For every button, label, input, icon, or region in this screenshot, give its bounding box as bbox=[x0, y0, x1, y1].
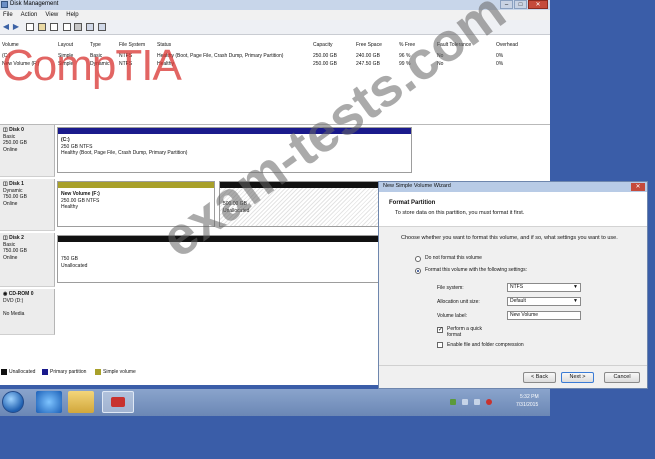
disk-1-label[interactable]: ◫ Disk 1 Dynamic 750.00 GB Online bbox=[0, 179, 55, 231]
legend-label: Unallocated bbox=[9, 369, 36, 375]
maximize-button[interactable]: □ bbox=[514, 0, 527, 9]
network-icon[interactable] bbox=[450, 399, 456, 405]
do-not-format-radio[interactable] bbox=[415, 256, 421, 262]
system-tray: 5:32 PM 7/31/2015 bbox=[450, 391, 548, 413]
cell-capacity: 250.00 GB bbox=[313, 61, 337, 67]
properties-icon[interactable] bbox=[63, 23, 71, 31]
cell-capacity: 250.00 GB bbox=[313, 53, 337, 59]
close-button[interactable]: ✕ bbox=[528, 0, 548, 9]
allocation-unit-value: Default bbox=[510, 298, 526, 304]
cell-overhead: 0% bbox=[496, 61, 504, 67]
clock-time[interactable]: 5:32 PM bbox=[520, 394, 539, 400]
disk-name: Disk 2 bbox=[9, 235, 24, 241]
compression-label: Enable file and folder compression bbox=[447, 342, 524, 348]
alert-icon[interactable] bbox=[486, 399, 492, 405]
speaker-icon[interactable] bbox=[474, 399, 480, 405]
disk-management-app-icon bbox=[1, 1, 8, 8]
legend-swatch-primary bbox=[42, 369, 48, 375]
file-system-select[interactable]: NTFS ▼ bbox=[507, 283, 581, 292]
computer-management-taskbar-button[interactable] bbox=[102, 391, 134, 413]
disk-state: Online bbox=[3, 254, 18, 261]
volume-label-input[interactable]: New Volume bbox=[507, 311, 581, 320]
disk-name: Disk 1 bbox=[9, 181, 24, 187]
partition-status: Unallocated bbox=[61, 262, 88, 269]
forward-arrow-icon[interactable]: ▶ bbox=[12, 23, 20, 31]
file-system-value: NTFS bbox=[510, 284, 524, 290]
col-free-space[interactable]: Free Space bbox=[356, 42, 382, 48]
wizard-title-bar: New Simple Volume Wizard ✕ bbox=[379, 182, 647, 192]
disk-name: CD-ROM 0 bbox=[8, 291, 34, 297]
partition-status: Healthy (Boot, Page File, Crash Dump, Pr… bbox=[61, 150, 188, 156]
back-arrow-icon[interactable]: ◀ bbox=[2, 23, 10, 31]
minimize-button[interactable]: – bbox=[500, 0, 513, 9]
wizard-heading: Format Partition bbox=[389, 200, 436, 206]
window-title: Disk Management bbox=[10, 1, 59, 7]
disk-0-label[interactable]: ◫ Disk 0 Basic 250.00 GB Online bbox=[0, 125, 55, 177]
wizard-title: New Simple Volume Wizard bbox=[383, 183, 451, 189]
compression-checkbox[interactable] bbox=[437, 342, 443, 348]
wizard-subheading: To store data on this partition, you mus… bbox=[395, 210, 525, 216]
legend-label: Simple volume bbox=[103, 369, 136, 375]
disk-2-label[interactable]: ◫ Disk 2 Basic 750.00 GB Online bbox=[0, 233, 55, 287]
file-explorer-icon[interactable] bbox=[68, 391, 94, 413]
do-not-format-label: Do not format this volume bbox=[425, 255, 482, 261]
quick-format-label: Perform a quick format bbox=[447, 326, 483, 338]
disk-state: Online bbox=[3, 200, 18, 207]
partition-title: New Volume (F:) bbox=[61, 191, 100, 197]
allocation-unit-label: Allocation unit size: bbox=[437, 299, 480, 305]
drive-icon[interactable] bbox=[98, 23, 106, 31]
disk-icon[interactable] bbox=[86, 23, 94, 31]
comptia-watermark: CompTIA bbox=[2, 41, 182, 90]
settings-icon[interactable] bbox=[74, 23, 82, 31]
quick-format-checkbox[interactable]: ✓ bbox=[437, 327, 443, 333]
menu-action[interactable]: Action bbox=[21, 10, 38, 20]
disk-name: Disk 0 bbox=[9, 127, 24, 133]
wizard-header: Format Partition To store data on this p… bbox=[379, 192, 647, 227]
list-view-icon[interactable] bbox=[50, 23, 58, 31]
legend-swatch-simple bbox=[95, 369, 101, 375]
chevron-down-icon: ▼ bbox=[573, 298, 578, 304]
cdrom-0-label[interactable]: ◉ CD-ROM 0 DVD (D:) No Media bbox=[0, 289, 55, 335]
format-volume-label: Format this volume with the following se… bbox=[425, 267, 527, 273]
next-button[interactable]: Next > bbox=[561, 372, 594, 383]
col-capacity[interactable]: Capacity bbox=[313, 42, 332, 48]
help-icon[interactable] bbox=[38, 23, 46, 31]
clock-date[interactable]: 7/31/2015 bbox=[516, 402, 538, 408]
col-overhead[interactable]: Overhead bbox=[496, 42, 518, 48]
volume-label-value: New Volume bbox=[510, 312, 539, 318]
show-hide-tree-icon[interactable] bbox=[26, 23, 34, 31]
allocation-unit-select[interactable]: Default ▼ bbox=[507, 297, 581, 306]
format-volume-radio[interactable] bbox=[415, 268, 421, 274]
chevron-down-icon: ▼ bbox=[573, 284, 578, 290]
wizard-close-button[interactable]: ✕ bbox=[631, 183, 645, 191]
file-system-label: File system: bbox=[437, 285, 464, 291]
simple-volume-bar bbox=[58, 182, 214, 188]
action-center-icon[interactable] bbox=[462, 399, 468, 405]
menu-file[interactable]: File bbox=[3, 10, 13, 20]
legend-label: Primary partition bbox=[50, 369, 87, 375]
cell-overhead: 0% bbox=[496, 53, 504, 59]
legend: Unallocated Primary partition Simple vol… bbox=[0, 368, 300, 378]
toolbox-icon bbox=[111, 397, 125, 407]
menu-view[interactable]: View bbox=[45, 10, 58, 20]
disk-state: Online bbox=[3, 146, 18, 153]
volume-label-label: Volume label: bbox=[437, 313, 468, 319]
legend-swatch-unallocated bbox=[1, 369, 7, 375]
disk-state: No Media bbox=[3, 310, 25, 317]
wizard-question: Choose whether you want to format this v… bbox=[401, 235, 618, 241]
wizard-divider bbox=[379, 365, 647, 366]
cancel-button[interactable]: Cancel bbox=[604, 372, 640, 383]
taskbar: 5:32 PM 7/31/2015 bbox=[0, 389, 550, 416]
new-simple-volume-wizard: New Simple Volume Wizard ✕ Format Partit… bbox=[378, 181, 648, 389]
back-button[interactable]: < Back bbox=[523, 372, 556, 383]
partition-status: Healthy bbox=[61, 204, 78, 210]
menu-help[interactable]: Help bbox=[66, 10, 78, 20]
internet-explorer-icon[interactable] bbox=[36, 391, 62, 413]
start-button[interactable] bbox=[2, 391, 24, 413]
